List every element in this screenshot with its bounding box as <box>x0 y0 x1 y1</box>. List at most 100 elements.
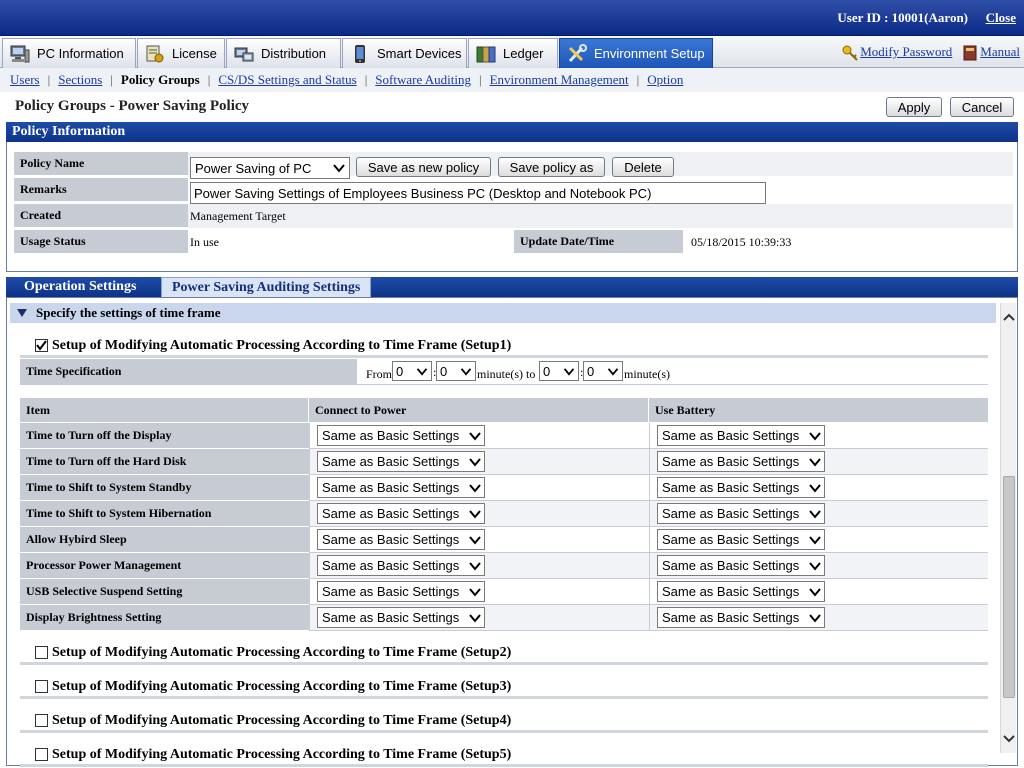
chevron-down-icon <box>809 614 821 623</box>
to-minute-value: 0 <box>587 363 595 379</box>
chevron-down-icon <box>469 510 481 519</box>
scrollbar-thumb[interactable] <box>1003 476 1015 698</box>
setup4-checkbox[interactable] <box>35 714 48 727</box>
use-battery-select[interactable]: Same as Basic Settings <box>657 581 825 602</box>
tab-power-saving-auditing-settings[interactable]: Power Saving Auditing Settings <box>161 277 372 297</box>
close-link[interactable]: Close <box>986 10 1016 26</box>
use-battery-value: Same as Basic Settings <box>662 454 800 469</box>
tab-label: PC Information <box>37 46 124 61</box>
remarks-label: Remarks <box>14 178 188 202</box>
chevron-down-icon <box>469 432 481 441</box>
row-item-label: Time to Shift to System Hibernation <box>20 501 309 527</box>
update-datetime-value: 05/18/2015 10:39:33 <box>691 234 792 249</box>
use-battery-cell: Same as Basic Settings <box>649 423 988 449</box>
tools-icon <box>566 43 588 65</box>
save-policy-as-button[interactable]: Save policy as <box>498 157 605 177</box>
subnav-csds-settings[interactable]: CS/DS Settings and Status <box>218 72 356 88</box>
time-frame-section-header[interactable]: Specify the settings of time frame <box>10 303 996 323</box>
connect-to-power-cell: Same as Basic Settings <box>309 605 649 631</box>
scroll-down-icon[interactable] <box>1003 733 1015 745</box>
connect-to-power-select[interactable]: Same as Basic Settings <box>317 503 485 524</box>
tab-pc-information[interactable]: PC Information <box>2 38 136 68</box>
table-row: Time to Turn off the Display Same as Basi… <box>20 423 988 449</box>
tab-environment-setup[interactable]: Environment Setup <box>559 38 713 68</box>
connect-to-power-select[interactable]: Same as Basic Settings <box>317 477 485 498</box>
connect-to-power-select[interactable]: Same as Basic Settings <box>317 581 485 602</box>
manual-link[interactable]: Manual <box>980 44 1020 59</box>
setup3-row: Setup of Modifying Automatic Processing … <box>20 677 988 699</box>
use-battery-select[interactable]: Same as Basic Settings <box>657 607 825 628</box>
separator: | <box>207 72 211 87</box>
chevron-down-icon <box>469 562 481 571</box>
connect-to-power-select[interactable]: Same as Basic Settings <box>317 555 485 576</box>
column-header-use-battery: Use Battery <box>655 402 716 417</box>
use-battery-select[interactable]: Same as Basic Settings <box>657 555 825 576</box>
license-icon <box>144 43 166 65</box>
setup5-checkbox[interactable] <box>35 748 48 761</box>
use-battery-select[interactable]: Same as Basic Settings <box>657 477 825 498</box>
use-battery-value: Same as Basic Settings <box>662 610 800 625</box>
use-battery-select[interactable]: Same as Basic Settings <box>657 425 825 446</box>
usage-status-label: Usage Status <box>14 230 188 254</box>
chevron-down-icon <box>469 484 481 493</box>
subnav-option[interactable]: Option <box>647 72 683 88</box>
top-bar: User ID : 10001(Aaron) Close <box>0 0 1024 36</box>
tab-license[interactable]: License <box>137 38 225 68</box>
subnav-users[interactable]: Users <box>10 72 40 88</box>
chevron-down-icon <box>469 536 481 545</box>
tab-smart-devices[interactable]: Smart Devices <box>342 38 467 68</box>
connect-to-power-select[interactable]: Same as Basic Settings <box>317 529 485 550</box>
delete-button[interactable]: Delete <box>612 157 674 177</box>
modify-password-link-group: Modify Password <box>842 44 952 61</box>
setup1-label: Setup of Modifying Automatic Processing … <box>52 337 512 353</box>
from-hour-select[interactable]: 0 <box>392 361 432 381</box>
row-item-label: USB Selective Suspend Setting <box>20 579 309 605</box>
book-icon <box>962 45 978 61</box>
header-right-links: Modify Password Manual <box>842 44 1020 61</box>
connect-to-power-select[interactable]: Same as Basic Settings <box>317 607 485 628</box>
tab-operation-settings[interactable]: Operation Settings <box>14 277 146 297</box>
use-battery-cell: Same as Basic Settings <box>649 579 988 605</box>
table-row: Time to Shift to System Standby Same as B… <box>20 475 988 501</box>
chevron-down-icon <box>809 432 821 441</box>
row-item-label: Time to Shift to System Standby <box>20 475 309 501</box>
from-minute-select[interactable]: 0 <box>436 361 476 381</box>
setup3-checkbox[interactable] <box>35 680 48 693</box>
chevron-down-icon <box>469 588 481 597</box>
use-battery-select[interactable]: Same as Basic Settings <box>657 529 825 550</box>
setup2-checkbox[interactable] <box>35 646 48 659</box>
use-battery-select[interactable]: Same as Basic Settings <box>657 451 825 472</box>
setup3-label: Setup of Modifying Automatic Processing … <box>52 678 512 694</box>
connect-to-power-select[interactable]: Same as Basic Settings <box>317 451 485 472</box>
policy-name-select[interactable]: Power Saving of PC <box>190 157 350 179</box>
subnav-software-auditing[interactable]: Software Auditing <box>375 72 471 88</box>
use-battery-select[interactable]: Same as Basic Settings <box>657 503 825 524</box>
setup2-row: Setup of Modifying Automatic Processing … <box>20 643 988 665</box>
use-battery-cell: Same as Basic Settings <box>649 449 988 475</box>
remarks-field[interactable]: Power Saving Settings of Employees Busin… <box>190 182 766 204</box>
tab-ledger[interactable]: Ledger <box>468 38 558 68</box>
to-hour-select[interactable]: 0 <box>539 361 579 381</box>
apply-button[interactable]: Apply <box>886 97 942 117</box>
modify-password-link[interactable]: Modify Password <box>860 44 952 59</box>
tab-distribution[interactable]: Distribution <box>226 38 341 68</box>
table-row: Display Brightness Setting Same as Basic … <box>20 605 988 631</box>
chevron-down-icon <box>469 614 481 623</box>
save-as-new-policy-button[interactable]: Save as new policy <box>356 157 491 177</box>
subnav-environment-management[interactable]: Environment Management <box>490 72 629 88</box>
chevron-down-icon <box>809 588 821 597</box>
to-hour-value: 0 <box>543 363 551 379</box>
connect-to-power-select[interactable]: Same as Basic Settings <box>317 425 485 446</box>
cancel-button[interactable]: Cancel <box>950 97 1014 117</box>
separator: | <box>47 72 51 87</box>
table-row: USB Selective Suspend Setting Same as Bas… <box>20 579 988 605</box>
setup1-checkbox[interactable] <box>35 339 48 352</box>
vertical-scrollbar[interactable] <box>1000 303 1016 753</box>
subnav-sections[interactable]: Sections <box>58 72 102 88</box>
use-battery-value: Same as Basic Settings <box>662 558 800 573</box>
connect-to-power-value: Same as Basic Settings <box>322 454 460 469</box>
separator: | <box>478 72 482 87</box>
scroll-up-icon[interactable] <box>1003 311 1015 323</box>
settings-tab-bar: Operation Settings Power Saving Auditing… <box>6 277 1018 297</box>
to-minute-select[interactable]: 0 <box>583 361 623 381</box>
